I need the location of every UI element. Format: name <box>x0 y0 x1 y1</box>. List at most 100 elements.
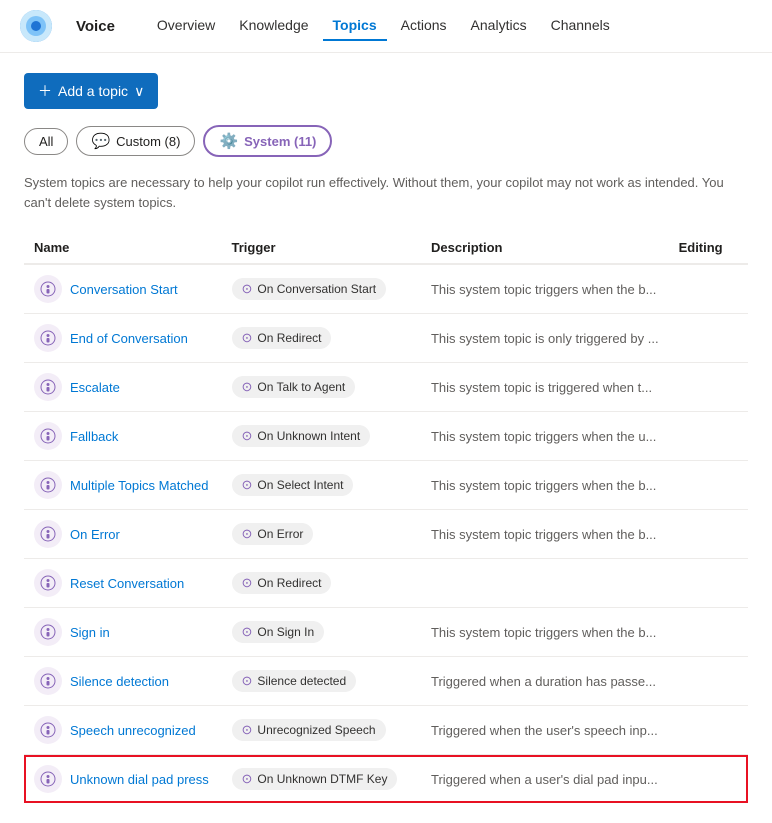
trigger-icon: ⊙ <box>242 330 253 346</box>
table-row[interactable]: Reset Conversation ⊙ On Redirect <box>24 559 748 608</box>
topic-description: Triggered when a user's dial pad inpu... <box>431 772 658 787</box>
trigger-badge: ⊙ On Error <box>232 523 314 545</box>
topic-icon <box>34 716 62 744</box>
table-row[interactable]: Sign in ⊙ On Sign In This system topic t… <box>24 608 748 657</box>
trigger-label: Unrecognized Speech <box>257 723 375 737</box>
table-row[interactable]: Unknown dial pad press ⊙ On Unknown DTMF… <box>24 755 748 804</box>
trigger-icon: ⊙ <box>242 624 253 640</box>
trigger-icon: ⊙ <box>242 428 253 444</box>
nav-channels[interactable]: Channels <box>541 11 620 41</box>
topic-name-cell: Silence detection <box>34 667 212 695</box>
topic-icon <box>34 275 62 303</box>
table-row[interactable]: On Error ⊙ On Error This system topic tr… <box>24 510 748 559</box>
nav-overview[interactable]: Overview <box>147 11 225 41</box>
topic-description: This system topic triggers when the u... <box>431 429 656 444</box>
add-topic-chevron-icon: ∨ <box>134 83 144 100</box>
app-logo <box>20 10 52 42</box>
topic-name-link[interactable]: On Error <box>70 527 120 542</box>
table-row[interactable]: Silence detection ⊙ Silence detected Tri… <box>24 657 748 706</box>
trigger-icon: ⊙ <box>242 477 253 493</box>
topic-icon <box>34 667 62 695</box>
trigger-label: Silence detected <box>257 674 346 688</box>
col-header-description: Description <box>421 232 669 264</box>
topic-name-link[interactable]: Escalate <box>70 380 120 395</box>
topic-name-link[interactable]: Unknown dial pad press <box>70 772 209 787</box>
editing-cell <box>669 608 748 657</box>
app-name: Voice <box>76 18 115 35</box>
table-row[interactable]: Speech unrecognized ⊙ Unrecognized Speec… <box>24 706 748 755</box>
trigger-icon: ⊙ <box>242 526 253 542</box>
filter-all[interactable]: All <box>24 128 68 155</box>
topic-name-link[interactable]: Conversation Start <box>70 282 178 297</box>
topic-name-cell: Speech unrecognized <box>34 716 212 744</box>
topic-description: This system topic is only triggered by .… <box>431 331 659 346</box>
topic-icon <box>34 765 62 793</box>
topic-icon <box>34 422 62 450</box>
table-row[interactable]: Conversation Start ⊙ On Conversation Sta… <box>24 264 748 314</box>
col-header-name: Name <box>24 232 222 264</box>
topic-name-link[interactable]: Reset Conversation <box>70 576 184 591</box>
topic-description: This system topic triggers when the b... <box>431 478 656 493</box>
editing-cell <box>669 510 748 559</box>
add-topic-label: Add a topic <box>58 83 128 99</box>
topics-table: Name Trigger Description Editing Convers… <box>24 232 748 803</box>
trigger-label: On Unknown Intent <box>257 429 360 443</box>
add-topic-button[interactable]: ＋ Add a topic ∨ <box>24 73 158 109</box>
trigger-label: On Redirect <box>257 576 321 590</box>
topic-name-link[interactable]: End of Conversation <box>70 331 188 346</box>
topic-icon <box>34 373 62 401</box>
topic-name-cell: Fallback <box>34 422 212 450</box>
trigger-icon: ⊙ <box>242 281 253 297</box>
trigger-icon: ⊙ <box>242 673 253 689</box>
main-content: ＋ Add a topic ∨ All 💬 Custom (8) ⚙️ Syst… <box>0 53 772 823</box>
trigger-badge: ⊙ On Talk to Agent <box>232 376 356 398</box>
nav-knowledge[interactable]: Knowledge <box>229 11 318 41</box>
topic-description: This system topic triggers when the b... <box>431 282 656 297</box>
topic-name-cell: Reset Conversation <box>34 569 212 597</box>
topic-name-link[interactable]: Speech unrecognized <box>70 723 196 738</box>
trigger-badge: ⊙ On Conversation Start <box>232 278 387 300</box>
editing-cell <box>669 461 748 510</box>
col-header-editing: Editing <box>669 232 748 264</box>
trigger-badge: ⊙ On Unknown DTMF Key <box>232 768 398 790</box>
trigger-badge: ⊙ Unrecognized Speech <box>232 719 386 741</box>
editing-cell <box>669 706 748 755</box>
topic-description: This system topic triggers when the b... <box>431 625 656 640</box>
chat-icon: 💬 <box>91 132 110 150</box>
topic-description: This system topic triggers when the b... <box>431 527 656 542</box>
editing-cell <box>669 314 748 363</box>
topic-description: This system topic is triggered when t... <box>431 380 652 395</box>
topic-name-link[interactable]: Fallback <box>70 429 118 444</box>
trigger-label: On Unknown DTMF Key <box>257 772 387 786</box>
system-icon: ⚙️ <box>219 132 238 150</box>
add-topic-plus-icon: ＋ <box>38 81 52 101</box>
topic-name-link[interactable]: Silence detection <box>70 674 169 689</box>
topic-icon <box>34 471 62 499</box>
filter-custom[interactable]: 💬 Custom (8) <box>76 126 195 156</box>
editing-cell <box>669 412 748 461</box>
top-navigation: Voice Overview Knowledge Topics Actions … <box>0 0 772 53</box>
table-row[interactable]: Fallback ⊙ On Unknown Intent This system… <box>24 412 748 461</box>
nav-analytics[interactable]: Analytics <box>461 11 537 41</box>
topic-name-cell: Sign in <box>34 618 212 646</box>
filter-tabs: All 💬 Custom (8) ⚙️ System (11) <box>24 125 748 157</box>
filter-system[interactable]: ⚙️ System (11) <box>203 125 332 157</box>
topic-description: Triggered when a duration has passe... <box>431 674 656 689</box>
info-text: System topics are necessary to help your… <box>24 173 748 212</box>
table-row[interactable]: End of Conversation ⊙ On Redirect This s… <box>24 314 748 363</box>
nav-topics[interactable]: Topics <box>323 11 387 41</box>
editing-cell <box>669 755 748 804</box>
trigger-label: On Redirect <box>257 331 321 345</box>
nav-actions[interactable]: Actions <box>391 11 457 41</box>
trigger-icon: ⊙ <box>242 379 253 395</box>
editing-cell <box>669 559 748 608</box>
table-row[interactable]: Escalate ⊙ On Talk to Agent This system … <box>24 363 748 412</box>
topic-name-cell: End of Conversation <box>34 324 212 352</box>
topic-name-link[interactable]: Sign in <box>70 625 110 640</box>
col-header-trigger: Trigger <box>222 232 421 264</box>
topic-icon <box>34 324 62 352</box>
trigger-badge: ⊙ On Redirect <box>232 572 332 594</box>
topic-name-link[interactable]: Multiple Topics Matched <box>70 478 209 493</box>
table-row[interactable]: Multiple Topics Matched ⊙ On Select Inte… <box>24 461 748 510</box>
trigger-label: On Error <box>257 527 303 541</box>
